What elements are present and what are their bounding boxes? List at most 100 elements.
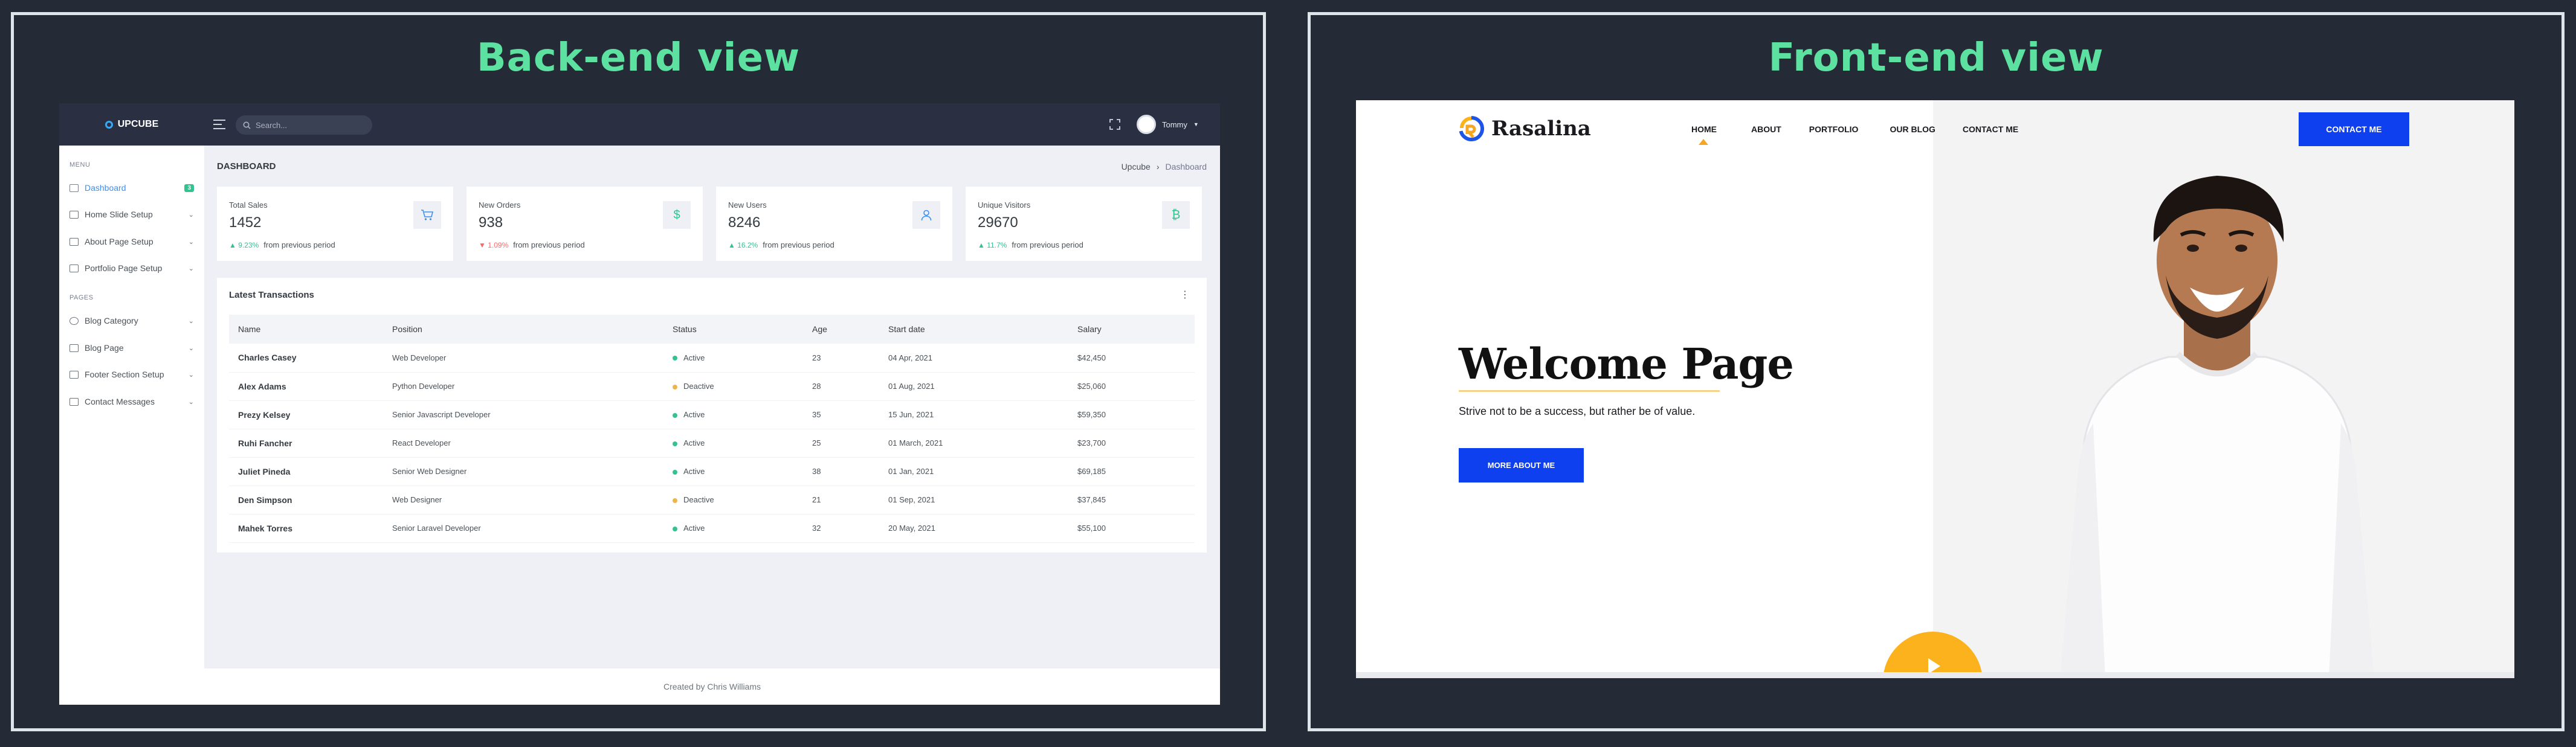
frontend-panel: Front-end view Rasalina HOME ABOUT PORTF… xyxy=(1308,12,2565,731)
cell-name: Den Simpson xyxy=(229,486,383,515)
chevron-right-icon: › xyxy=(1156,162,1160,172)
page-title: DASHBOARD xyxy=(217,161,276,172)
nav-label: CONTACT ME xyxy=(1962,124,2019,134)
cell-start: 04 Apr, 2021 xyxy=(879,344,1068,373)
cell-status: Active xyxy=(663,457,803,486)
stat-card-total-sales: Total Sales 1452 ▲ 9.23% from previous p… xyxy=(217,187,453,261)
cell-salary: $23,700 xyxy=(1068,429,1195,458)
admin-search[interactable] xyxy=(236,115,372,135)
sidebar-item-blog-page[interactable]: Blog Page ⌄ xyxy=(69,341,194,355)
sidebar-item-dashboard[interactable]: Dashboard 3 xyxy=(69,181,194,195)
table-row[interactable]: Prezy Kelsey Senior Javascript Developer A… xyxy=(229,400,1195,429)
sidebar-item-blog-category[interactable]: Blog Category ⌄ xyxy=(69,313,194,328)
status-dot-icon xyxy=(673,498,677,503)
stat-card-new-users: New Users 8246 ▲ 16.2% from previous per… xyxy=(716,187,952,261)
more-vertical-icon[interactable]: ⋮ xyxy=(1180,289,1190,301)
footer-credit: Created by Chris Williams xyxy=(663,682,761,691)
column-header[interactable]: Salary xyxy=(1068,315,1195,344)
transactions-table: Name Position Status Age Start date Sala… xyxy=(229,315,1195,543)
table-row[interactable]: Charles Casey Web Developer Active 23 04 Apr… xyxy=(229,344,1195,373)
stat-trend: ▲ 16.2% from previous period xyxy=(728,240,834,249)
status-text: Active xyxy=(683,410,705,419)
active-indicator-icon xyxy=(1699,139,1708,145)
sidebar-item-label: About Page Setup xyxy=(85,237,153,246)
column-header[interactable]: Start date xyxy=(879,315,1068,344)
table-row[interactable]: Mahek Torres Senior Laravel Developer Acti… xyxy=(229,514,1195,543)
cell-salary: $59,350 xyxy=(1068,400,1195,429)
stat-value: 1452 xyxy=(229,214,262,231)
sidebar-item-label: Dashboard xyxy=(85,183,126,193)
cell-start: 01 Aug, 2021 xyxy=(879,372,1068,401)
status-dot-icon xyxy=(673,356,677,361)
avatar xyxy=(1137,115,1156,134)
column-header[interactable]: Age xyxy=(803,315,879,344)
sidebar-item-footer-section-setup[interactable]: Footer Section Setup ⌄ xyxy=(69,367,194,382)
contact-me-button[interactable]: CONTACT ME xyxy=(2299,112,2409,146)
table-row[interactable]: Ruhi Fancher React Developer Active 25 01 Ma… xyxy=(229,429,1195,458)
cell-name: Mahek Torres xyxy=(229,514,383,543)
site-brand: Rasalina xyxy=(1491,117,1591,141)
sidebar-item-label: Blog Category xyxy=(85,316,138,325)
column-header[interactable]: Status xyxy=(663,315,803,344)
fullscreen-icon[interactable] xyxy=(1109,119,1120,130)
cell-start: 01 Jan, 2021 xyxy=(879,457,1068,486)
cell-age: 21 xyxy=(803,486,879,515)
nav-label: HOME xyxy=(1691,124,1717,134)
sidebar-item-portfolio-page-setup[interactable]: Portfolio Page Setup ⌄ xyxy=(69,261,194,275)
blog-icon xyxy=(69,344,79,352)
nav-about[interactable]: ABOUT xyxy=(1751,124,1781,134)
category-icon xyxy=(69,316,79,325)
table-row[interactable]: Alex Adams Python Developer Deactive 28 01 A… xyxy=(229,372,1195,401)
frontend-panel-title: Front-end view xyxy=(1768,36,2104,80)
sidebar-item-about-page-setup[interactable]: About Page Setup ⌄ xyxy=(69,234,194,249)
sidebar-item-home-slide-setup[interactable]: Home Slide Setup ⌄ xyxy=(69,207,194,222)
breadcrumb-root[interactable]: Upcube xyxy=(1122,162,1151,172)
dashboard-icon xyxy=(69,184,79,192)
user-menu[interactable]: Tommy ▼ xyxy=(1137,114,1199,135)
nav-label: OUR BLOG xyxy=(1890,124,1935,134)
column-header[interactable]: Position xyxy=(383,315,663,344)
status-text: Active xyxy=(683,467,705,476)
nav-portfolio[interactable]: PORTFOLIO xyxy=(1809,124,1859,134)
nav-label: PORTFOLIO xyxy=(1809,124,1859,134)
more-about-me-button[interactable]: MORE ABOUT ME xyxy=(1459,448,1584,483)
status-text: Active xyxy=(683,353,705,362)
stat-trend-suffix: from previous period xyxy=(763,240,834,249)
stat-trend: ▲ 11.7% from previous period xyxy=(978,240,1083,249)
site-logo[interactable]: Rasalina xyxy=(1459,116,1591,141)
cell-age: 23 xyxy=(803,344,879,373)
notification-badge: 3 xyxy=(184,184,194,192)
column-header[interactable]: Name xyxy=(229,315,383,344)
table-row[interactable]: Den Simpson Web Designer Deactive 21 01 Sep,… xyxy=(229,486,1195,515)
stat-trend: ▲ 9.23% from previous period xyxy=(229,240,335,249)
stat-trend-suffix: from previous period xyxy=(1012,240,1083,249)
sidebar-item-label: Home Slide Setup xyxy=(85,210,153,219)
trend-up-icon: ▲ 9.23% xyxy=(229,240,259,249)
nav-contact-me[interactable]: CONTACT ME xyxy=(1963,124,2018,134)
nav-home[interactable]: HOME xyxy=(1691,124,1717,145)
chevron-down-icon: ⌄ xyxy=(188,317,194,325)
chevron-down-icon: ⌄ xyxy=(188,344,194,352)
cell-age: 35 xyxy=(803,400,879,429)
cell-position: Senior Javascript Developer xyxy=(383,400,663,429)
sidebar-item-label: Footer Section Setup xyxy=(85,370,164,379)
stat-label: New Orders xyxy=(479,200,521,210)
admin-main: DASHBOARD Upcube › Dashboard Total Sales… xyxy=(204,146,1220,705)
admin-logo[interactable]: UPCUBE xyxy=(59,103,204,146)
cell-status: Deactive xyxy=(663,486,803,515)
menu-toggle-icon[interactable] xyxy=(213,120,225,129)
cell-status: Active xyxy=(663,344,803,373)
sidebar-item-contact-messages[interactable]: Contact Messages ⌄ xyxy=(69,394,194,409)
card-title: Latest Transactions xyxy=(229,290,314,300)
search-input[interactable] xyxy=(256,120,358,130)
stat-card-new-orders: New Orders 938 ▼ 1.09% from previous per… xyxy=(466,187,703,261)
table-row[interactable]: Juliet Pineda Senior Web Designer Active 38… xyxy=(229,457,1195,486)
stat-label: Unique Visitors xyxy=(978,200,1031,210)
logo-icon xyxy=(105,120,113,129)
admin-brand: UPCUBE xyxy=(117,119,159,129)
cell-salary: $37,845 xyxy=(1068,486,1195,515)
backend-panel-title: Back-end view xyxy=(476,36,801,80)
dollar-icon: $ xyxy=(663,201,691,229)
stat-label: New Users xyxy=(728,200,767,210)
nav-our-blog[interactable]: OUR BLOG xyxy=(1890,124,1935,134)
